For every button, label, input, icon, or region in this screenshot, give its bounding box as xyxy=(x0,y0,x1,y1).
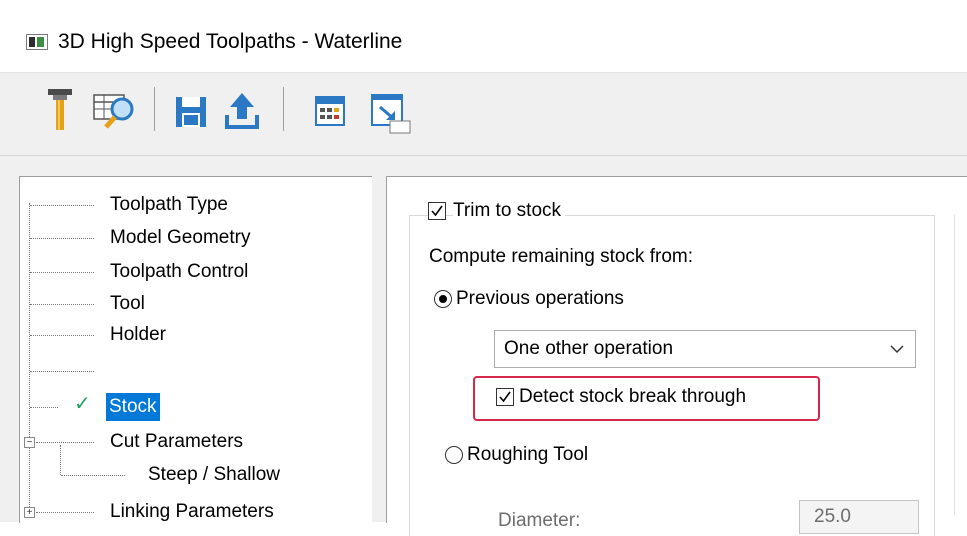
diameter-value: 25.0 xyxy=(814,506,851,527)
previous-operations-radio[interactable] xyxy=(434,290,452,308)
panel-divider xyxy=(954,215,955,515)
tree-item-holder[interactable]: Holder xyxy=(110,321,166,349)
detect-stock-break-checkbox[interactable] xyxy=(496,388,514,406)
toolbar-separator xyxy=(154,87,155,131)
export-icon xyxy=(225,93,259,129)
trim-to-stock-checkbox[interactable] xyxy=(428,202,446,220)
minimize-dialog-icon xyxy=(371,94,411,134)
minimize-dialog-button[interactable] xyxy=(368,87,411,134)
operations-dropdown-value: One other operation xyxy=(504,338,674,359)
content-area: Toolpath Type Model Geometry Toolpath Co… xyxy=(0,156,967,536)
tree-item-cut-parameters[interactable]: Cut Parameters xyxy=(110,428,243,456)
trim-to-stock-group: Trim to stock Compute remaining stock fr… xyxy=(409,200,935,536)
operations-dropdown[interactable]: One other operation xyxy=(494,330,916,368)
title-bar: 3D High Speed Toolpaths - Waterline xyxy=(0,0,967,73)
checkmark-icon xyxy=(431,205,443,217)
toolbar xyxy=(0,73,967,156)
tree-item-steep-shallow[interactable]: Steep / Shallow xyxy=(148,461,280,489)
tool-button[interactable] xyxy=(40,87,80,131)
diameter-field[interactable]: 25.0 xyxy=(799,500,919,534)
dialog-window: 3D High Speed Toolpaths - Waterline Tool… xyxy=(0,0,967,536)
tree-item-toolpath-control[interactable]: Toolpath Control xyxy=(110,258,248,286)
expand-icon[interactable]: + xyxy=(24,507,35,518)
compute-remaining-label: Compute remaining stock from: xyxy=(429,246,693,267)
window-title: 3D High Speed Toolpaths - Waterline xyxy=(58,30,403,53)
save-button[interactable] xyxy=(170,87,210,131)
export-button[interactable] xyxy=(222,87,262,131)
chevron-down-icon xyxy=(890,345,904,354)
tree-item-stock[interactable]: Stock xyxy=(106,393,160,421)
tool-database-button[interactable] xyxy=(92,87,134,131)
toolbar-separator xyxy=(283,87,284,131)
checkmark-icon xyxy=(499,391,511,403)
check-icon: ✓ xyxy=(74,393,91,415)
roughing-tool-radio[interactable] xyxy=(445,446,463,464)
diameter-label: Diameter: xyxy=(498,510,581,531)
navigation-tree: Toolpath Type Model Geometry Toolpath Co… xyxy=(19,176,372,523)
previous-operations-label[interactable]: Previous operations xyxy=(456,288,624,310)
save-icon xyxy=(176,97,206,127)
tree-item-tool[interactable]: Tool xyxy=(110,290,145,318)
stock-panel: Trim to stock Compute remaining stock fr… xyxy=(386,176,967,536)
detect-stock-break-label[interactable]: Detect stock break through xyxy=(519,386,746,408)
app-icon xyxy=(26,34,48,50)
collapse-icon[interactable]: − xyxy=(24,437,35,448)
tool-database-icon xyxy=(93,94,134,129)
tool-icon xyxy=(48,89,72,130)
calculator-icon xyxy=(315,96,345,126)
tree-item-toolpath-type[interactable]: Toolpath Type xyxy=(110,191,228,219)
calculator-button[interactable] xyxy=(310,87,350,131)
tree-item-model-geometry[interactable]: Model Geometry xyxy=(110,224,250,252)
roughing-tool-label[interactable]: Roughing Tool xyxy=(467,444,588,466)
trim-to-stock-label[interactable]: Trim to stock xyxy=(453,200,566,222)
